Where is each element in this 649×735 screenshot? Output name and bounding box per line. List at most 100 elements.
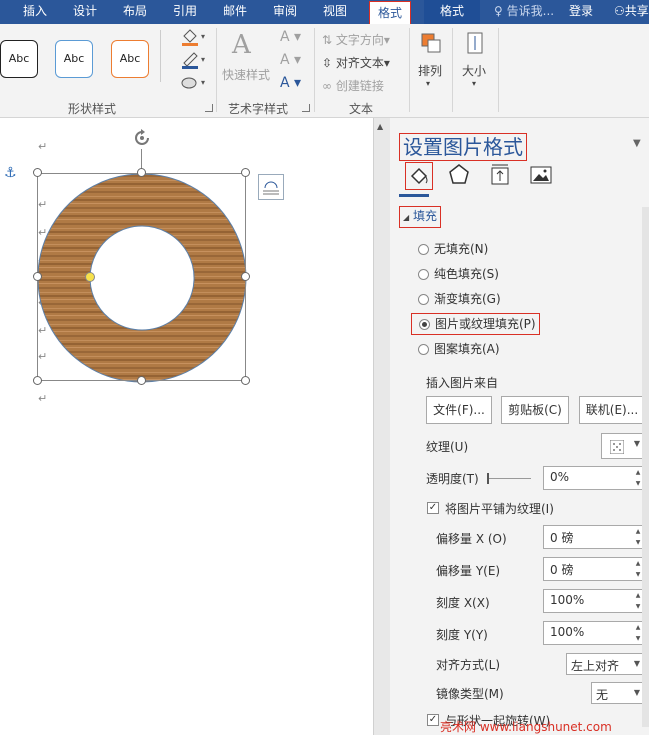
resize-handle[interactable] <box>33 376 42 385</box>
group-label-text: 文本 <box>349 102 374 116</box>
share-button[interactable]: ⚇共享 <box>614 0 649 22</box>
login-button[interactable]: 登录 <box>569 0 593 22</box>
paragraph-mark: ↵ <box>38 392 48 405</box>
size-dropdown-caret: ▾ <box>472 79 477 88</box>
offset-x-spinner[interactable]: 0 磅 ▲ ▼ <box>543 525 645 549</box>
layout-options-icon <box>263 181 279 195</box>
radio-label: 纯色填充(S) <box>434 267 499 281</box>
texture-dropdown[interactable]: ▼ <box>601 433 645 459</box>
picture-icon <box>530 166 552 184</box>
pane-scrollbar[interactable] <box>642 207 649 727</box>
shape-style-swatch-1[interactable]: Abc <box>0 40 38 78</box>
radio-label: 渐变填充(G) <box>434 292 501 306</box>
align-text-icon: ⇳ <box>322 56 333 70</box>
radio-button[interactable] <box>418 294 429 305</box>
resize-handle[interactable] <box>33 272 42 281</box>
radio-button[interactable] <box>418 244 429 255</box>
rotate-with-shape-checkbox[interactable]: ✓ <box>427 714 439 726</box>
alignment-dropdown[interactable]: 左上对齐 ▼ <box>566 653 645 675</box>
scale-x-spinner[interactable]: 100% ▲ ▼ <box>543 589 645 613</box>
rotate-handle-icon[interactable] <box>131 127 153 149</box>
offset-y-spinner[interactable]: 0 磅 ▲ ▼ <box>543 557 645 581</box>
online-button[interactable]: 联机(E)... <box>579 396 645 424</box>
shape-styles-dialog-launcher[interactable] <box>205 104 213 112</box>
transparency-slider-thumb[interactable] <box>487 473 489 484</box>
adjust-handle[interactable] <box>85 272 95 282</box>
wordart-dialog-launcher[interactable] <box>302 104 310 112</box>
text-fill-icon[interactable]: A ▾ <box>280 29 301 45</box>
group-label-shape-styles: 形状样式 <box>68 102 117 116</box>
transparency-value: 0% <box>550 470 570 484</box>
create-link-button[interactable]: ∞ 创建链接 <box>322 77 384 94</box>
paint-bucket-icon: ▾ <box>182 29 205 46</box>
paragraph-mark: ↵ <box>38 140 48 153</box>
shape-styles-gallery-scroll[interactable] <box>160 30 168 82</box>
tab-format-drawing[interactable]: 格式 <box>424 0 480 24</box>
scroll-up-arrow-icon[interactable]: ▲ <box>377 122 383 131</box>
resize-handle[interactable] <box>241 168 250 177</box>
tab-view[interactable]: 视图 <box>314 0 356 24</box>
anchor-icon[interactable]: ⚓ <box>4 165 17 181</box>
shape-effects-button[interactable]: ▾ <box>180 74 210 95</box>
paint-bucket-icon <box>410 167 428 185</box>
tile-checkbox[interactable]: ✓ <box>427 502 439 514</box>
radio-button-selected[interactable] <box>419 319 430 330</box>
offset-y-value: 0 磅 <box>550 563 574 577</box>
ribbon-separator <box>216 28 217 112</box>
arrange-button[interactable] <box>418 30 444 59</box>
tab-references[interactable]: 引用 <box>164 0 206 24</box>
align-text-button[interactable]: ⇳ 对齐文本▾ <box>322 54 390 71</box>
text-direction-icon: ⇅ <box>322 33 333 47</box>
file-button[interactable]: 文件(F)... <box>426 396 492 424</box>
size-button[interactable] <box>462 30 488 59</box>
pane-options-caret[interactable]: ▼ <box>633 138 641 149</box>
person-icon: ⚇ <box>614 4 625 18</box>
mirror-type-dropdown[interactable]: 无 ▼ <box>591 682 645 704</box>
tab-mailings[interactable]: 邮件 <box>214 0 256 24</box>
radio-button[interactable] <box>418 344 429 355</box>
fill-section-header[interactable]: ◢ 填充 <box>399 206 441 228</box>
radio-button[interactable] <box>418 269 429 280</box>
resize-handle[interactable] <box>241 376 250 385</box>
text-direction-button[interactable]: ⇅ 文字方向▾ <box>322 31 390 48</box>
layout-options-button[interactable] <box>258 174 284 200</box>
arrange-label: 排列 <box>418 64 443 78</box>
tab-design[interactable]: 设计 <box>64 0 106 24</box>
fill-section-label: 填充 <box>412 209 437 223</box>
resize-handle[interactable] <box>137 168 146 177</box>
shape-outline-button[interactable]: ▾ <box>180 51 210 72</box>
resize-handle[interactable] <box>241 272 250 281</box>
effects-tab[interactable] <box>446 162 474 190</box>
shape-fill-button[interactable]: ▾ <box>180 28 210 49</box>
resize-handle[interactable] <box>137 376 146 385</box>
quick-styles-button[interactable]: 快速样式 <box>222 66 270 83</box>
fill-line-tab[interactable] <box>405 162 433 190</box>
tell-me-box[interactable]: ♀ 告诉我... <box>494 0 554 24</box>
size-properties-icon <box>491 164 509 185</box>
scale-y-spinner[interactable]: 100% ▲ ▼ <box>543 621 645 645</box>
shape-style-swatch-2[interactable]: Abc <box>55 40 93 78</box>
document-scrollbar[interactable]: ▲ <box>373 118 390 735</box>
alignment-label: 对齐方式(L) <box>436 658 501 672</box>
tab-layout[interactable]: 布局 <box>114 0 156 24</box>
radio-picture-texture-fill[interactable]: 图片或纹理填充(P) <box>411 313 540 335</box>
tab-insert[interactable]: 插入 <box>14 0 56 24</box>
wordart-a-icon: A <box>232 30 251 60</box>
clipboard-button[interactable]: 剪贴板(C) <box>501 396 569 424</box>
transparency-slider-track[interactable] <box>489 478 531 479</box>
resize-handle[interactable] <box>33 168 42 177</box>
ribbon-separator <box>452 28 453 112</box>
arrange-icon <box>421 33 441 53</box>
transparency-spinner[interactable]: 0% ▲ ▼ <box>543 466 645 490</box>
picture-tab[interactable] <box>528 162 556 190</box>
insert-picture-from-label: 插入图片来自 <box>426 376 499 390</box>
shape-style-swatch-3[interactable]: Abc <box>111 40 149 78</box>
pane-title: 设置图片格式 <box>399 133 527 161</box>
layout-properties-tab[interactable] <box>487 162 515 190</box>
ribbon-separator <box>498 28 499 112</box>
tile-label: 将图片平铺为纹理(I) <box>445 502 554 516</box>
tab-format-picture[interactable]: 格式 <box>369 1 411 25</box>
text-effects-icon[interactable]: A ▾ <box>280 75 301 91</box>
text-outline-icon[interactable]: A ▾ <box>280 52 301 68</box>
tab-review[interactable]: 审阅 <box>264 0 306 24</box>
